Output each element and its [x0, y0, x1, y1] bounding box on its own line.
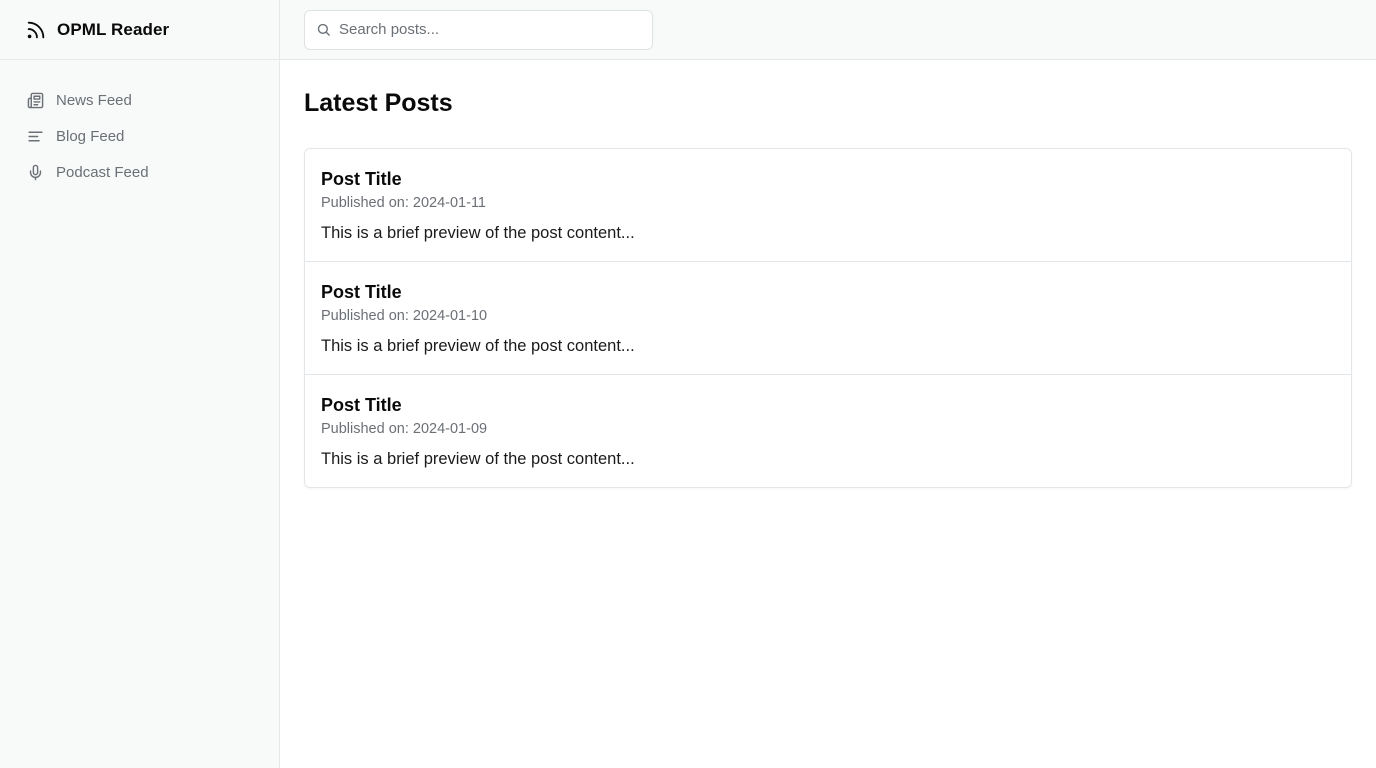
- microphone-icon: [27, 164, 44, 181]
- sidebar: OPML Reader News Feed Blog Feed Podcast …: [0, 0, 280, 768]
- search-box[interactable]: [304, 9, 653, 50]
- post-title[interactable]: Post Title: [321, 280, 1335, 304]
- sidebar-item-news-feed[interactable]: News Feed: [0, 82, 279, 118]
- post-list: Post Title Published on: 2024-01-11 This…: [304, 148, 1352, 488]
- search-icon: [315, 22, 331, 38]
- search-input[interactable]: [339, 21, 629, 38]
- page-title: Latest Posts: [304, 89, 453, 117]
- post-title[interactable]: Post Title: [321, 393, 1335, 417]
- post-item[interactable]: Post Title Published on: 2024-01-11 This…: [305, 149, 1351, 262]
- sidebar-item-label: Podcast Feed: [56, 163, 149, 181]
- top-bar: [280, 0, 1376, 60]
- post-preview: This is a brief preview of the post cont…: [321, 337, 635, 355]
- sidebar-item-label: Blog Feed: [56, 127, 125, 145]
- sidebar-item-label: News Feed: [56, 91, 132, 109]
- content: Latest Posts Post Title Published on: 20…: [280, 60, 1376, 488]
- post-item[interactable]: Post Title Published on: 2024-01-09 This…: [305, 375, 1351, 487]
- lines-icon: [27, 128, 44, 145]
- post-date: Published on: 2024-01-10: [321, 308, 488, 324]
- post-title[interactable]: Post Title: [321, 167, 1335, 191]
- rss-icon: [25, 19, 47, 41]
- sidebar-nav: News Feed Blog Feed Podcast Feed: [0, 60, 279, 190]
- post-preview: This is a brief preview of the post cont…: [321, 224, 635, 242]
- post-date: Published on: 2024-01-09: [321, 421, 488, 437]
- main-area: Latest Posts Post Title Published on: 20…: [280, 0, 1376, 768]
- app-title: OPML Reader: [57, 19, 170, 39]
- sidebar-item-blog-feed[interactable]: Blog Feed: [0, 118, 279, 154]
- sidebar-item-podcast-feed[interactable]: Podcast Feed: [0, 154, 279, 190]
- post-preview: This is a brief preview of the post cont…: [321, 450, 635, 468]
- post-date: Published on: 2024-01-11: [321, 195, 486, 211]
- brand[interactable]: OPML Reader: [0, 0, 279, 60]
- app-root: OPML Reader News Feed Blog Feed Podcast …: [0, 0, 1376, 768]
- post-item[interactable]: Post Title Published on: 2024-01-10 This…: [305, 262, 1351, 375]
- newspaper-icon: [27, 92, 44, 109]
